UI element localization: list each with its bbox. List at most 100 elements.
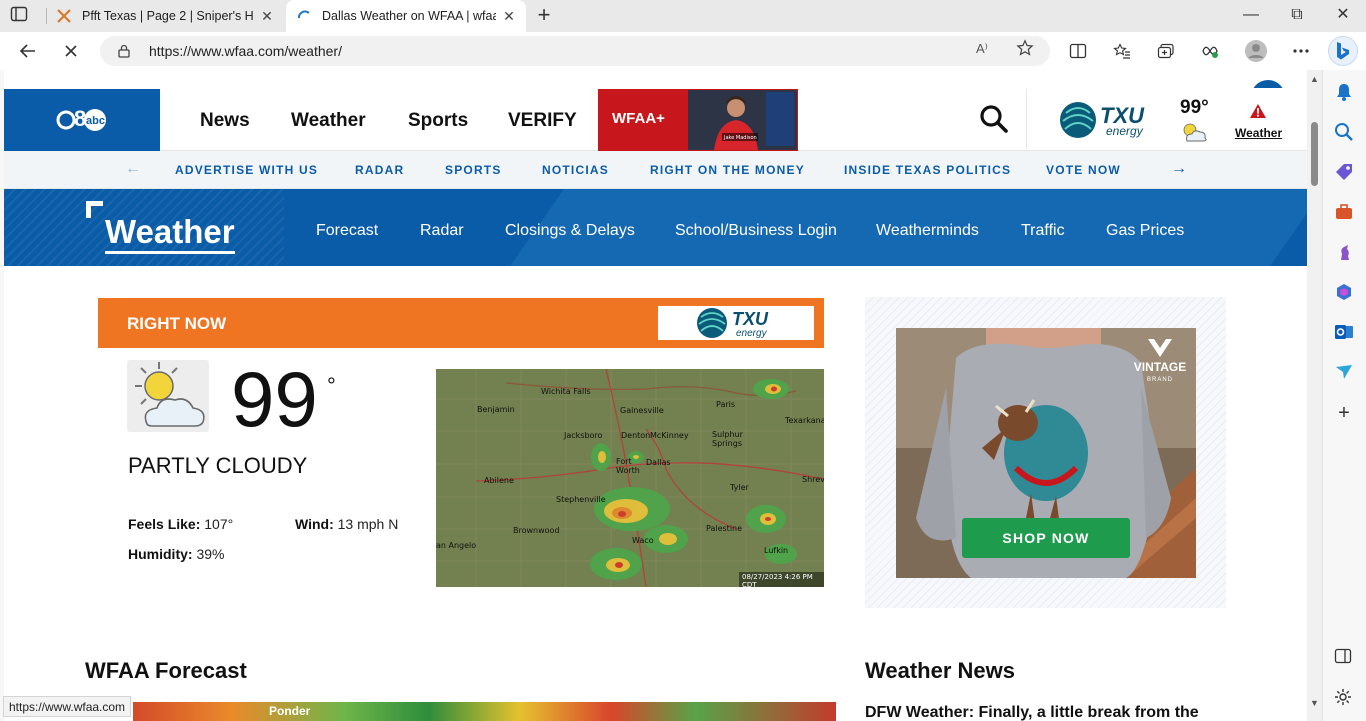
txu-energy-sponsor-logo[interactable]: TXU energy (658, 306, 814, 340)
back-button[interactable] (15, 39, 41, 63)
subnav-vote-now[interactable]: VOTE NOW (1046, 163, 1121, 177)
address-bar[interactable]: https://www.wfaa.com/weather/ A⁾ (100, 36, 1050, 66)
radar-city-label: Dallas (646, 458, 671, 467)
browser-essentials-icon[interactable] (1197, 39, 1223, 63)
tools-briefcase-icon[interactable] (1334, 202, 1354, 222)
url-host: www.wfaa.com (191, 43, 285, 59)
radar-city-label: Fort Worth (616, 457, 640, 475)
txu-energy-sponsor-logo[interactable]: TXU energy (1060, 101, 1150, 144)
brand-name: VINTAGE (1133, 360, 1187, 374)
hide-sidebar-icon[interactable] (1334, 648, 1354, 668)
tab-school-business-login[interactable]: School/Business Login (675, 222, 837, 240)
tab-snipers-hide[interactable]: Pfft Texas | Page 2 | Sniper's Hide ✕ (46, 0, 284, 32)
window-close-button[interactable]: ✕ (1320, 0, 1366, 32)
radar-city-label: Paris (716, 400, 736, 409)
wfaa-plus-label: WFAA+ (612, 110, 665, 127)
subnav-right-on-the-money[interactable]: RIGHT ON THE MONEY (650, 163, 805, 177)
loading-spinner-icon (296, 8, 312, 24)
url-text[interactable]: https://www.wfaa.com/weather/ (149, 43, 342, 59)
add-sidebar-app-icon[interactable]: + (1334, 403, 1354, 424)
scroll-up-arrow-icon[interactable]: ▲ (1310, 74, 1319, 84)
webpage: 8 abc News Weather Sports VERIFY WFAA+ J… (4, 70, 1307, 721)
feels-like-label: Feels Like: (128, 516, 201, 532)
stop-loading-button[interactable] (58, 39, 84, 63)
wind-stat: Wind: 13 mph N (295, 516, 398, 532)
arrow-right-icon[interactable]: → (1171, 160, 1187, 178)
tab-gas-prices[interactable]: Gas Prices (1106, 222, 1184, 240)
search-icon[interactable] (979, 104, 1009, 139)
status-bar-url: https://www.wfaa.com (3, 696, 132, 717)
profile-avatar[interactable] (1243, 39, 1269, 63)
header-divider (1026, 89, 1027, 151)
close-tab-icon[interactable]: ✕ (502, 8, 516, 25)
tab-wfaa-weather[interactable]: Dallas Weather on WFAA | wfaa.c ✕ (286, 0, 526, 32)
radar-city-label: Denton (621, 431, 651, 440)
partly-cloudy-icon (127, 360, 209, 437)
microsoft-365-icon[interactable] (1334, 282, 1354, 302)
drop-send-icon[interactable] (1334, 362, 1354, 382)
scroll-down-arrow-icon[interactable]: ▼ (1310, 698, 1319, 708)
games-chess-icon[interactable] (1334, 242, 1354, 262)
vintage-v-icon (1148, 339, 1172, 357)
radar-city-label: Tyler (730, 483, 749, 492)
radar-city-label: Shreve (802, 475, 824, 484)
url-path: /weather/ (284, 43, 342, 59)
page-scrollbar[interactable]: ▲ ▼ (1307, 70, 1322, 721)
weather-section-banner: Weather Forecast Radar Closings & Delays… (4, 189, 1307, 266)
header-temperature[interactable]: 99° (1180, 97, 1209, 119)
tab-actions-icon[interactable] (10, 6, 32, 26)
restore-button[interactable]: ⧉ (1274, 0, 1320, 32)
nav-sports[interactable]: Sports (408, 110, 468, 132)
radar-timestamp: 08/27/2023 4:26 PM CDT (739, 572, 824, 587)
news-headline-link[interactable]: DFW Weather: Finally, a little break fro… (865, 704, 1199, 721)
read-aloud-icon[interactable]: A⁾ (976, 41, 988, 57)
favorites-icon[interactable] (1109, 39, 1135, 63)
tab-weatherminds[interactable]: Weatherminds (876, 222, 979, 240)
close-tab-icon[interactable]: ✕ (260, 8, 274, 25)
svg-text:abc: abc (86, 115, 105, 127)
radar-city-label: Abilene (484, 476, 514, 485)
arrow-left-icon[interactable]: ← (125, 160, 141, 178)
lock-icon[interactable] (118, 44, 130, 63)
bing-copilot-icon[interactable] (1328, 36, 1358, 66)
advertisement-image[interactable]: VINTAGE BRAND SHOP NOW (896, 328, 1196, 578)
split-screen-icon[interactable] (1065, 39, 1091, 63)
search-icon[interactable] (1334, 122, 1354, 142)
shopping-tag-icon[interactable] (1334, 162, 1354, 182)
shop-now-button[interactable]: SHOP NOW (962, 518, 1130, 558)
new-tab-button[interactable]: + (533, 4, 555, 27)
collections-icon[interactable] (1153, 39, 1179, 63)
browser-tab-bar: Pfft Texas | Page 2 | Sniper's Hide ✕ Da… (0, 0, 1366, 32)
outlook-icon[interactable] (1334, 322, 1354, 342)
subnav-inside-texas-politics[interactable]: INSIDE TEXAS POLITICS (844, 163, 1011, 177)
nav-news[interactable]: News (200, 110, 250, 132)
tab-closings-delays[interactable]: Closings & Delays (505, 222, 635, 240)
weather-section-title[interactable]: Weather (105, 213, 235, 254)
subnav-noticias[interactable]: NOTICIAS (542, 163, 609, 177)
wfaa-logo[interactable]: 8 abc (4, 89, 160, 151)
forecast-map-label: Ponder (269, 704, 311, 718)
tab-traffic[interactable]: Traffic (1021, 222, 1065, 240)
forecast-section-title: WFAA Forecast (85, 658, 247, 683)
radar-city-label: Jacksboro (564, 431, 603, 440)
radar-map[interactable]: Wichita Falls Benjamin Gainesville Paris… (436, 369, 824, 587)
favorite-star-icon[interactable] (1016, 39, 1034, 62)
tab-radar[interactable]: Radar (420, 222, 464, 240)
scrollbar-thumb[interactable] (1311, 122, 1318, 186)
forecast-map-preview[interactable]: Ponder (133, 702, 836, 721)
nav-weather[interactable]: Weather (291, 110, 366, 132)
subnav-sports[interactable]: SPORTS (445, 163, 502, 177)
wfaa-plus-promo[interactable]: WFAA+ Jake Madison (598, 89, 798, 151)
subnav-advertise[interactable]: ADVERTISE WITH US (175, 163, 318, 177)
weather-alert-link[interactable]: Weather (1235, 103, 1282, 140)
radar-city-label: Waco (632, 536, 654, 545)
settings-more-icon[interactable] (1288, 39, 1314, 63)
title-corner-mark (86, 201, 103, 218)
tab-forecast[interactable]: Forecast (316, 222, 378, 240)
subnav-radar[interactable]: RADAR (355, 163, 404, 177)
nav-verify[interactable]: VERIFY (508, 110, 577, 132)
minimize-button[interactable]: — (1228, 0, 1274, 32)
notifications-bell-icon[interactable] (1334, 82, 1354, 102)
sidebar-settings-gear-icon[interactable] (1334, 688, 1354, 708)
right-now-label: RIGHT NOW (127, 314, 227, 333)
